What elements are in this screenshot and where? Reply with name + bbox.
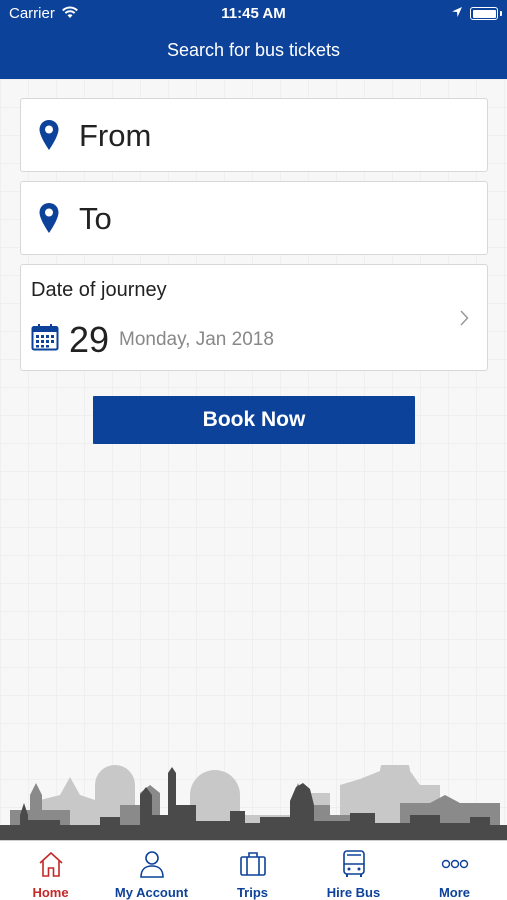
chevron-right-icon (460, 310, 469, 326)
to-label: To (79, 201, 112, 236)
to-field[interactable]: To (20, 181, 488, 255)
more-icon (441, 859, 469, 869)
tab-more-label: More (438, 885, 471, 900)
status-time: 11:45 AM (221, 5, 286, 22)
location-pin-icon (39, 120, 59, 150)
city-skyline-illustration (0, 765, 507, 840)
user-icon (140, 851, 164, 878)
location-pin-icon (39, 203, 59, 233)
battery-icon (470, 7, 498, 20)
from-field[interactable]: From (20, 98, 488, 172)
tab-hire-bus[interactable]: Hire Bus (303, 841, 404, 900)
book-now-button[interactable]: Book Now (93, 396, 415, 444)
location-arrow-icon (452, 7, 462, 17)
home-icon (39, 851, 63, 877)
battery-tip (500, 11, 502, 16)
bus-icon (343, 850, 365, 877)
tab-trips[interactable]: Trips (202, 841, 303, 900)
date-of-journey-field[interactable]: Date of journey 29 Monday, Jan 2018 (20, 264, 488, 371)
tab-trips-label: Trips (236, 885, 269, 900)
tab-more[interactable]: More (404, 841, 505, 900)
tab-my-account[interactable]: My Account (101, 841, 202, 900)
from-label: From (79, 118, 152, 153)
date-label: Date of journey (31, 279, 167, 301)
tab-hire-bus-label: Hire Bus (326, 885, 381, 900)
status-bar: Carrier 11:45 AM (0, 0, 507, 28)
suitcase-icon (240, 852, 266, 876)
tab-my-account-label: My Account (114, 885, 189, 900)
date-day: 29 (69, 319, 110, 360)
date-weekday-month: Monday, Jan 2018 (119, 329, 274, 350)
page-title: Search for bus tickets (166, 40, 341, 60)
tab-home-label: Home (32, 885, 69, 900)
top-bar: Carrier 11:45 AM Search for bus tickets (0, 0, 507, 79)
tab-home[interactable]: Home (0, 841, 101, 900)
bottom-tab-bar: Home My Account Trips Hire Bus More (0, 840, 507, 900)
calendar-icon (31, 324, 59, 351)
